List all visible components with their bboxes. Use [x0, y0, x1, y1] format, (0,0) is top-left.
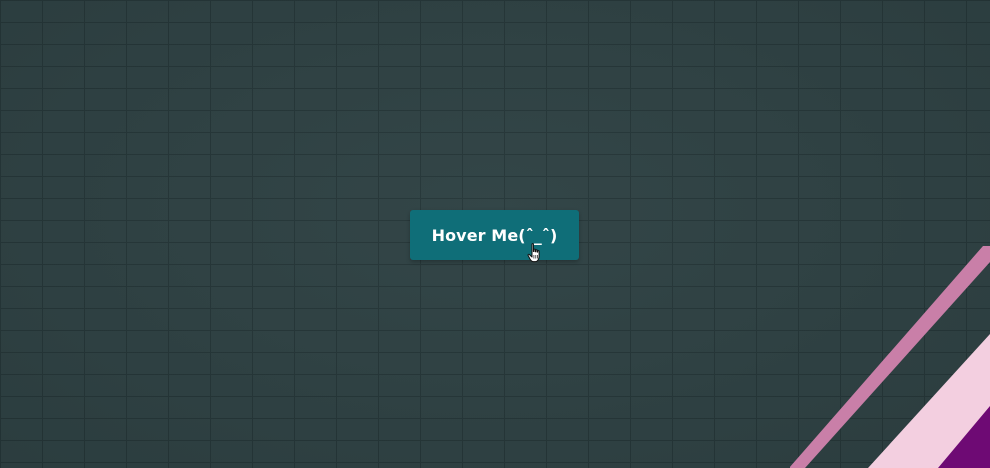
- stripe-mauve: [790, 246, 990, 468]
- stripe-purple: [938, 406, 990, 468]
- hover-me-button[interactable]: Hover Me(ˆ_ˆ): [410, 210, 579, 260]
- corner-stripes-decoration: [790, 246, 990, 468]
- stripe-light-pink: [868, 334, 990, 468]
